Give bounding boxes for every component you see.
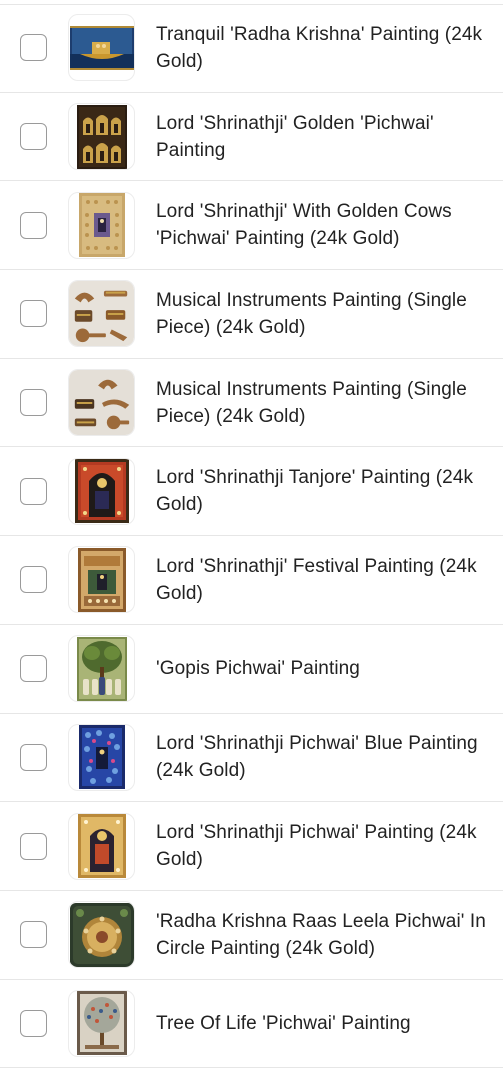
list-item[interactable]: Lord 'Shrinathji' With Golden Cows 'Pich…	[0, 181, 503, 271]
instruments-painting-icon	[69, 370, 134, 436]
select-checkbox[interactable]	[20, 1009, 47, 1037]
product-thumbnail[interactable]	[68, 280, 135, 348]
select-checkbox[interactable]	[20, 123, 47, 151]
list-item[interactable]: Lord 'Shrinathji Tanjore' Painting (24k …	[0, 447, 503, 537]
raas-leela-painting-icon	[69, 902, 134, 967]
product-title[interactable]: Lord 'Shrinathji Tanjore' Painting (24k …	[156, 464, 495, 518]
product-title[interactable]: Musical Instruments Painting (Single Pie…	[156, 287, 495, 341]
festival-painting-icon	[77, 547, 126, 612]
list-item[interactable]: 'Radha Krishna Raas Leela Pichwai' In Ci…	[0, 891, 503, 980]
product-list: Tranquil 'Radha Krishna' Painting (24k G…	[0, 4, 503, 1068]
list-item[interactable]: Lord 'Shrinathji Pichwai' Painting (24k …	[0, 802, 503, 891]
list-item[interactable]: Musical Instruments Painting (Single Pie…	[0, 359, 503, 448]
product-thumbnail[interactable]	[68, 546, 135, 614]
product-title[interactable]: Musical Instruments Painting (Single Pie…	[156, 376, 495, 430]
gopis-painting-icon	[76, 636, 127, 701]
select-checkbox[interactable]	[20, 34, 47, 62]
select-checkbox[interactable]	[20, 832, 47, 860]
select-checkbox[interactable]	[20, 655, 47, 683]
product-thumbnail[interactable]	[68, 103, 135, 171]
golden-cows-painting-icon	[78, 193, 125, 258]
product-title[interactable]: 'Gopis Pichwai' Painting	[156, 655, 495, 682]
select-checkbox[interactable]	[20, 477, 47, 505]
product-title[interactable]: Tree Of Life 'Pichwai' Painting	[156, 1010, 495, 1037]
select-checkbox[interactable]	[20, 566, 47, 594]
product-thumbnail[interactable]	[68, 14, 135, 82]
product-title[interactable]: Lord 'Shrinathji' Festival Painting (24k…	[156, 553, 495, 607]
product-thumbnail[interactable]	[68, 369, 135, 437]
select-checkbox[interactable]	[20, 743, 47, 771]
list-item[interactable]: Lord 'Shrinathji' Festival Painting (24k…	[0, 536, 503, 625]
boat-painting-icon	[69, 25, 134, 70]
product-title[interactable]: Tranquil 'Radha Krishna' Painting (24k G…	[156, 21, 495, 75]
list-item[interactable]: Tree Of Life 'Pichwai' Painting	[0, 980, 503, 1068]
instruments-painting-icon	[69, 281, 134, 347]
select-checkbox[interactable]	[20, 389, 47, 417]
product-thumbnail[interactable]	[68, 723, 135, 791]
product-thumbnail[interactable]	[68, 989, 135, 1057]
product-title[interactable]: Lord 'Shrinathji' Golden 'Pichwai' Paint…	[156, 110, 495, 164]
select-checkbox[interactable]	[20, 211, 47, 239]
product-thumbnail[interactable]	[68, 191, 135, 259]
tanjore-painting-icon	[74, 459, 129, 524]
product-thumbnail[interactable]	[68, 457, 135, 525]
product-thumbnail[interactable]	[68, 635, 135, 703]
list-item[interactable]: 'Gopis Pichwai' Painting	[0, 625, 503, 714]
pichwai-painting-icon	[77, 814, 126, 879]
select-checkbox[interactable]	[20, 300, 47, 328]
product-thumbnail[interactable]	[68, 812, 135, 880]
product-title[interactable]: 'Radha Krishna Raas Leela Pichwai' In Ci…	[156, 908, 495, 962]
list-item[interactable]: Tranquil 'Radha Krishna' Painting (24k G…	[0, 4, 503, 93]
select-checkbox[interactable]	[20, 921, 47, 949]
blue-pichwai-painting-icon	[78, 725, 125, 790]
tree-of-life-painting-icon	[76, 991, 127, 1056]
list-item[interactable]: Musical Instruments Painting (Single Pie…	[0, 270, 503, 359]
list-item[interactable]: Lord 'Shrinathji Pichwai' Blue Painting …	[0, 714, 503, 803]
product-title[interactable]: Lord 'Shrinathji' With Golden Cows 'Pich…	[156, 198, 495, 252]
list-item[interactable]: Lord 'Shrinathji' Golden 'Pichwai' Paint…	[0, 93, 503, 182]
product-thumbnail[interactable]	[68, 901, 135, 969]
product-title[interactable]: Lord 'Shrinathji Pichwai' Blue Painting …	[156, 730, 495, 784]
golden-arches-painting-icon	[76, 104, 127, 169]
product-title[interactable]: Lord 'Shrinathji Pichwai' Painting (24k …	[156, 819, 495, 873]
